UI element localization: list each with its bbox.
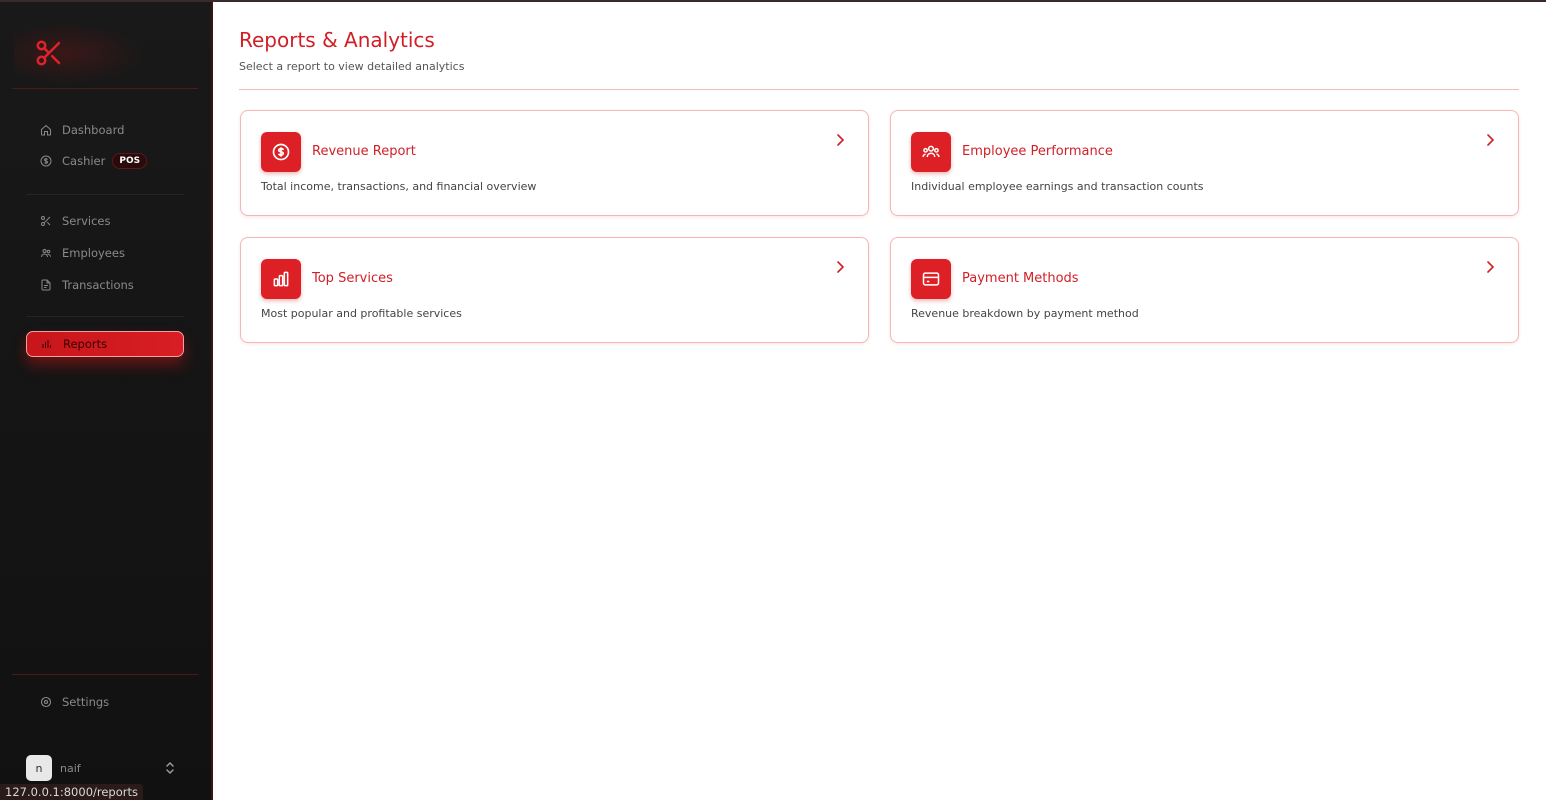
report-card-revenue[interactable]: Revenue Report Total income, transaction… xyxy=(240,110,869,216)
dollar-circle-icon xyxy=(40,155,52,167)
sidebar-item-label: Settings xyxy=(62,695,110,709)
sidebar-item-cashier[interactable]: Cashier POS xyxy=(26,148,184,174)
user-name: naif xyxy=(60,761,81,775)
card-title: Employee Performance xyxy=(962,144,1113,159)
report-card-employee-performance[interactable]: Employee Performance Individual employee… xyxy=(890,110,1519,216)
chevron-right-icon xyxy=(1487,134,1495,146)
sidebar-item-settings[interactable]: Settings xyxy=(26,689,184,715)
card-description: Total income, transactions, and financia… xyxy=(261,180,537,193)
sidebar-item-label: Cashier xyxy=(62,154,106,168)
sidebar-item-label: Reports xyxy=(63,337,108,351)
file-icon xyxy=(40,279,52,291)
sidebar-item-label: Transactions xyxy=(62,278,134,292)
sidebar-item-label: Services xyxy=(62,214,111,228)
bar-chart-icon xyxy=(41,338,53,350)
chevron-right-icon xyxy=(1487,261,1495,273)
card-title: Payment Methods xyxy=(962,271,1079,286)
nav-separator xyxy=(26,194,184,195)
card-description: Individual employee earnings and transac… xyxy=(911,180,1204,193)
chevron-up-down-icon xyxy=(166,761,174,775)
sidebar-item-transactions[interactable]: Transactions xyxy=(26,272,184,298)
report-card-top-services[interactable]: Top Services Most popular and profitable… xyxy=(240,237,869,343)
card-title: Revenue Report xyxy=(312,144,416,159)
sidebar: Dashboard Cashier POS Services Employees… xyxy=(0,2,213,800)
nav-separator xyxy=(26,316,184,317)
chevron-right-icon xyxy=(837,261,845,273)
sidebar-item-employees[interactable]: Employees xyxy=(26,240,184,266)
scissors-logo-icon xyxy=(36,40,61,66)
pos-badge: POS xyxy=(112,153,148,169)
card-title: Top Services xyxy=(312,271,393,286)
page-title: Reports & Analytics xyxy=(239,28,435,52)
card-description: Most popular and profitable services xyxy=(261,307,462,320)
main-content: Reports & Analytics Select a report to v… xyxy=(215,2,1546,800)
sidebar-item-services[interactable]: Services xyxy=(26,208,184,234)
sidebar-item-dashboard[interactable]: Dashboard xyxy=(26,117,184,143)
page-subtitle: Select a report to view detailed analyti… xyxy=(239,60,465,73)
browser-status-url: 127.0.0.1:8000/reports xyxy=(0,784,143,800)
scissors-icon xyxy=(40,215,52,227)
sidebar-divider xyxy=(12,674,198,675)
credit-card-icon xyxy=(911,259,951,299)
user-menu[interactable]: n naif xyxy=(26,754,184,782)
sidebar-item-reports[interactable]: Reports xyxy=(26,331,184,357)
sidebar-item-label: Employees xyxy=(62,246,125,260)
chevron-right-icon xyxy=(837,134,845,146)
dollar-circle-icon xyxy=(261,132,301,172)
card-description: Revenue breakdown by payment method xyxy=(911,307,1139,320)
avatar: n xyxy=(26,755,52,781)
users-icon xyxy=(40,247,52,259)
app-logo[interactable] xyxy=(14,22,144,84)
sidebar-item-label: Dashboard xyxy=(62,123,125,137)
gear-icon xyxy=(40,696,52,708)
bar-chart-icon xyxy=(261,259,301,299)
users-icon xyxy=(911,132,951,172)
report-card-payment-methods[interactable]: Payment Methods Revenue breakdown by pay… xyxy=(890,237,1519,343)
header-divider xyxy=(239,89,1519,90)
sidebar-divider xyxy=(12,88,198,89)
home-icon xyxy=(40,124,52,136)
